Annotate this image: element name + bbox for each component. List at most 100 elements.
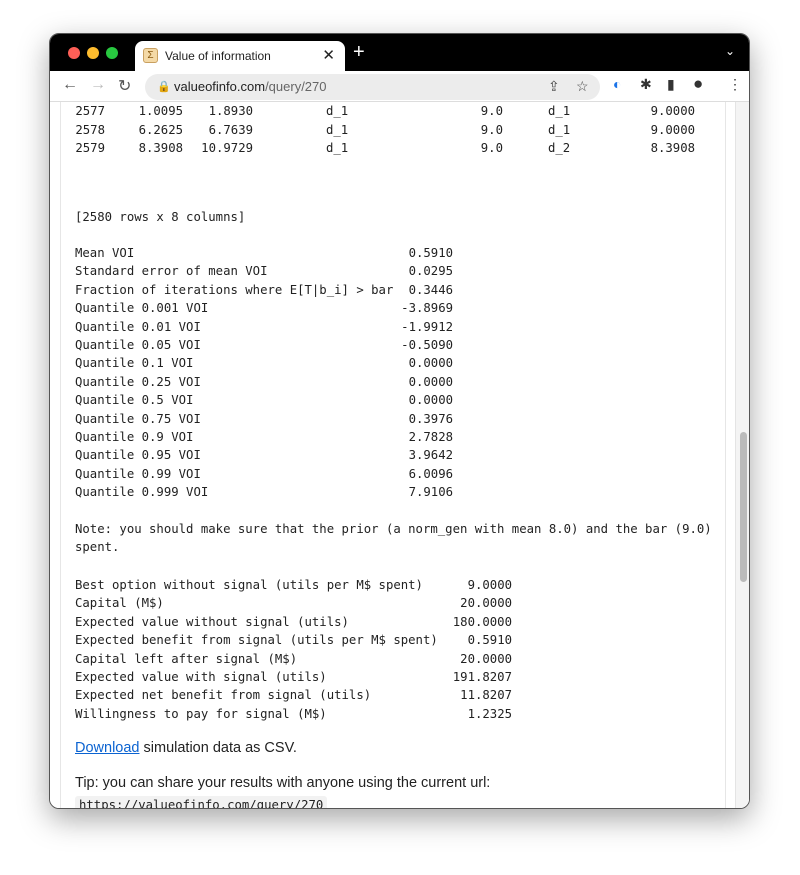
stat-row: Expected value with signal (utils) 191.82… (75, 670, 512, 686)
stat-value: 0.5910 (467, 633, 512, 648)
stat-value: 180.0000 (452, 614, 512, 629)
stat-value: 3.9642 (408, 448, 453, 463)
note-line-2: spent. (75, 540, 120, 554)
forward-icon[interactable]: → (90, 76, 106, 94)
tip-text: Tip: you can share your results with any… (75, 775, 491, 791)
stat-row: Quantile 0.05 VOI -0.5090 (75, 338, 453, 354)
stat-value: -1.9912 (401, 319, 453, 334)
stat-label: Capital (M$) (75, 596, 164, 611)
extension-icon[interactable]: ◐ (613, 76, 621, 92)
chevron-down-icon[interactable]: ⌄ (725, 44, 735, 58)
table-cell: 9.0000 (650, 122, 695, 137)
stat-label: Quantile 0.25 VOI (75, 374, 201, 389)
table-cell: 2577 (75, 104, 105, 118)
table-cell: 2579 (75, 141, 105, 155)
stat-value: -3.8969 (401, 301, 453, 316)
stat-row: Quantile 0.9 VOI 2.7828 (75, 430, 453, 446)
table-cell: d_1 (548, 122, 571, 137)
stat-value: 0.0000 (408, 374, 453, 389)
new-tab-icon[interactable]: + (353, 41, 365, 64)
table-cell: 1.8930 (208, 104, 253, 118)
scrollbar[interactable] (735, 102, 749, 808)
table-cell: 6.2625 (138, 122, 183, 137)
table-cell: 9.0000 (650, 104, 695, 118)
table-shape: [2580 rows x 8 columns] (75, 210, 246, 224)
stat-label: Standard error of mean VOI (75, 264, 268, 279)
stat-label: Quantile 0.01 VOI (75, 319, 201, 334)
side-panel-icon[interactable]: ▮ (667, 76, 675, 93)
table-cell: 9.0 (480, 122, 503, 137)
stat-row: Quantile 0.99 VOI 6.0096 (75, 467, 453, 483)
table-cell: 8.3908 (650, 141, 695, 155)
stat-value: 6.0096 (408, 466, 453, 481)
stat-row: Capital (M$) 20.0000 (75, 596, 512, 612)
back-icon[interactable]: ← (62, 76, 78, 94)
address-bar[interactable]: 🔒 valueofinfo.com/query/270 ⇪ ☆ (145, 74, 600, 100)
stat-value: 11.8207 (460, 688, 512, 703)
stat-row: Willingness to pay for signal (M$) 1.2325 (75, 707, 512, 723)
stat-row: Fraction of iterations where E[T|b_i] > … (75, 283, 453, 299)
url-text: valueofinfo.com/query/270 (174, 79, 327, 94)
sigma-favicon-icon: Σ (143, 48, 158, 63)
stat-value: 20.0000 (460, 596, 512, 611)
stat-row: Quantile 0.001 VOI -3.8969 (75, 301, 453, 317)
share-icon[interactable]: ⇪ (548, 78, 560, 95)
tab-value-of-information[interactable]: Σ Value of information ✕ (135, 41, 345, 71)
stat-label: Quantile 0.9 VOI (75, 430, 194, 444)
table-cell: d_1 (548, 104, 571, 118)
bookmark-star-icon[interactable]: ☆ (576, 78, 589, 95)
stat-value: 0.0000 (408, 393, 453, 408)
stat-value: 9.0000 (467, 578, 512, 592)
maximize-window-button[interactable] (106, 47, 118, 59)
reload-icon[interactable]: ↻ (118, 76, 131, 96)
page-column: 2577 1.0095 1.8930 d_1 9.0 d_1 9.0000 2578 6.262… (60, 102, 726, 808)
table-cell: d_1 (326, 104, 349, 118)
stat-value: 1.2325 (467, 706, 512, 721)
stat-label: Capital left after signal (M$) (75, 651, 298, 666)
close-tab-icon[interactable]: ✕ (322, 46, 335, 64)
toolbar: ← → ↻ 🔒 valueofinfo.com/query/270 ⇪ ☆ ◐ … (50, 71, 749, 102)
url-path: /query/270 (265, 79, 327, 94)
stat-value: 2.7828 (408, 430, 453, 444)
stat-row: Quantile 0.999 VOI 7.9106 (75, 485, 453, 501)
table-cell: 9.0 (480, 104, 503, 118)
menu-kebab-icon[interactable]: ⋮ (728, 76, 742, 93)
stat-row: Quantile 0.75 VOI 0.3976 (75, 412, 453, 428)
stat-value: 0.0000 (408, 356, 453, 371)
url-host: valueofinfo.com (174, 79, 266, 94)
stat-label: Quantile 0.999 VOI (75, 485, 209, 500)
puzzle-extensions-icon[interactable]: ✱ (640, 76, 652, 93)
profile-avatar-icon[interactable]: ● (693, 74, 703, 94)
close-window-button[interactable] (68, 47, 80, 59)
scrollbar-thumb[interactable] (740, 432, 747, 582)
stat-label: Quantile 0.99 VOI (75, 466, 201, 481)
table-cell: 10.9729 (201, 141, 253, 155)
download-paragraph: Download simulation data as CSV. (75, 740, 297, 756)
stat-row: Expected value without signal (utils) 180… (75, 615, 512, 631)
stat-row: Expected benefit from signal (utils per … (75, 633, 512, 649)
stat-label: Best option without signal (utils per M$… (75, 578, 423, 592)
table-cell: d_1 (326, 122, 349, 137)
stat-row: Quantile 0.25 VOI 0.0000 (75, 375, 453, 391)
browser-window: Σ Value of information ✕ + ⌄ ← → ↻ 🔒 val… (49, 33, 750, 809)
stat-value: 0.5910 (408, 246, 453, 260)
lock-icon: 🔒 (157, 81, 171, 93)
stat-row: Quantile 0.1 VOI 0.0000 (75, 356, 453, 372)
table-cell: 1.0095 (138, 104, 183, 118)
stat-value: 0.0295 (408, 264, 453, 279)
minimize-window-button[interactable] (87, 47, 99, 59)
stat-row: Standard error of mean VOI 0.0295 (75, 264, 453, 280)
download-text: simulation data as CSV. (139, 740, 297, 756)
stat-value: 20.0000 (460, 651, 512, 666)
share-url: https://valueofinfo.com/query/270 (75, 796, 328, 808)
stat-label: Mean VOI (75, 246, 135, 260)
stat-value: 0.3446 (408, 282, 453, 297)
stat-label: Quantile 0.5 VOI (75, 393, 194, 408)
stat-row: Quantile 0.5 VOI 0.0000 (75, 393, 453, 409)
download-link[interactable]: Download (75, 740, 140, 756)
stat-row: Capital left after signal (M$) 20.0000 (75, 652, 512, 668)
tab-bar: Σ Value of information ✕ + ⌄ (50, 34, 749, 71)
stat-label: Fraction of iterations where E[T|b_i] > … (75, 282, 394, 297)
stat-row: Best option without signal (utils per M$… (75, 578, 512, 594)
table-cell: 8.3908 (138, 141, 183, 155)
